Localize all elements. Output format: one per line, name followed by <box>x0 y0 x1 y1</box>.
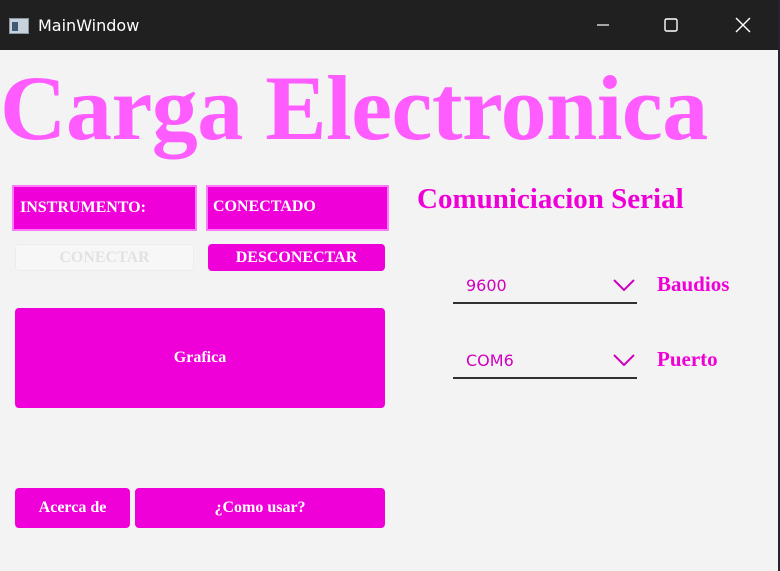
baud-rate-value: 9600 <box>466 276 507 295</box>
close-icon <box>735 17 751 33</box>
minimize-icon <box>597 24 609 26</box>
about-button[interactable]: Acerca de <box>15 488 130 528</box>
main-window: MainWindow Carga Electronica INSTRUMENTO… <box>0 0 780 571</box>
chevron-down-icon <box>613 354 635 367</box>
connect-button[interactable]: CONECTAR <box>15 244 194 271</box>
instrument-label: INSTRUMENTO: <box>12 185 197 231</box>
connection-status: CONECTADO <box>206 185 389 231</box>
disconnect-button[interactable]: DESCONECTAR <box>208 244 385 271</box>
title-bar[interactable]: MainWindow <box>0 0 778 50</box>
port-select[interactable]: COM6 <box>453 345 637 379</box>
window-title: MainWindow <box>38 16 140 35</box>
baud-rate-select[interactable]: 9600 <box>453 270 637 304</box>
port-value: COM6 <box>466 351 514 370</box>
maximize-icon <box>664 18 678 32</box>
how-to-use-button[interactable]: ¿Como usar? <box>135 488 385 528</box>
app-window-icon <box>9 18 29 34</box>
minimize-button[interactable] <box>580 4 626 46</box>
maximize-button[interactable] <box>648 4 694 46</box>
graph-button[interactable]: Grafica <box>15 308 385 408</box>
baud-rate-label: Baudios <box>657 272 730 296</box>
close-button[interactable] <box>720 4 766 46</box>
serial-section-title: Comuniciacion Serial <box>417 183 684 215</box>
port-label: Puerto <box>657 347 718 371</box>
page-title: Carga Electronica <box>0 57 708 159</box>
chevron-down-icon <box>613 279 635 292</box>
